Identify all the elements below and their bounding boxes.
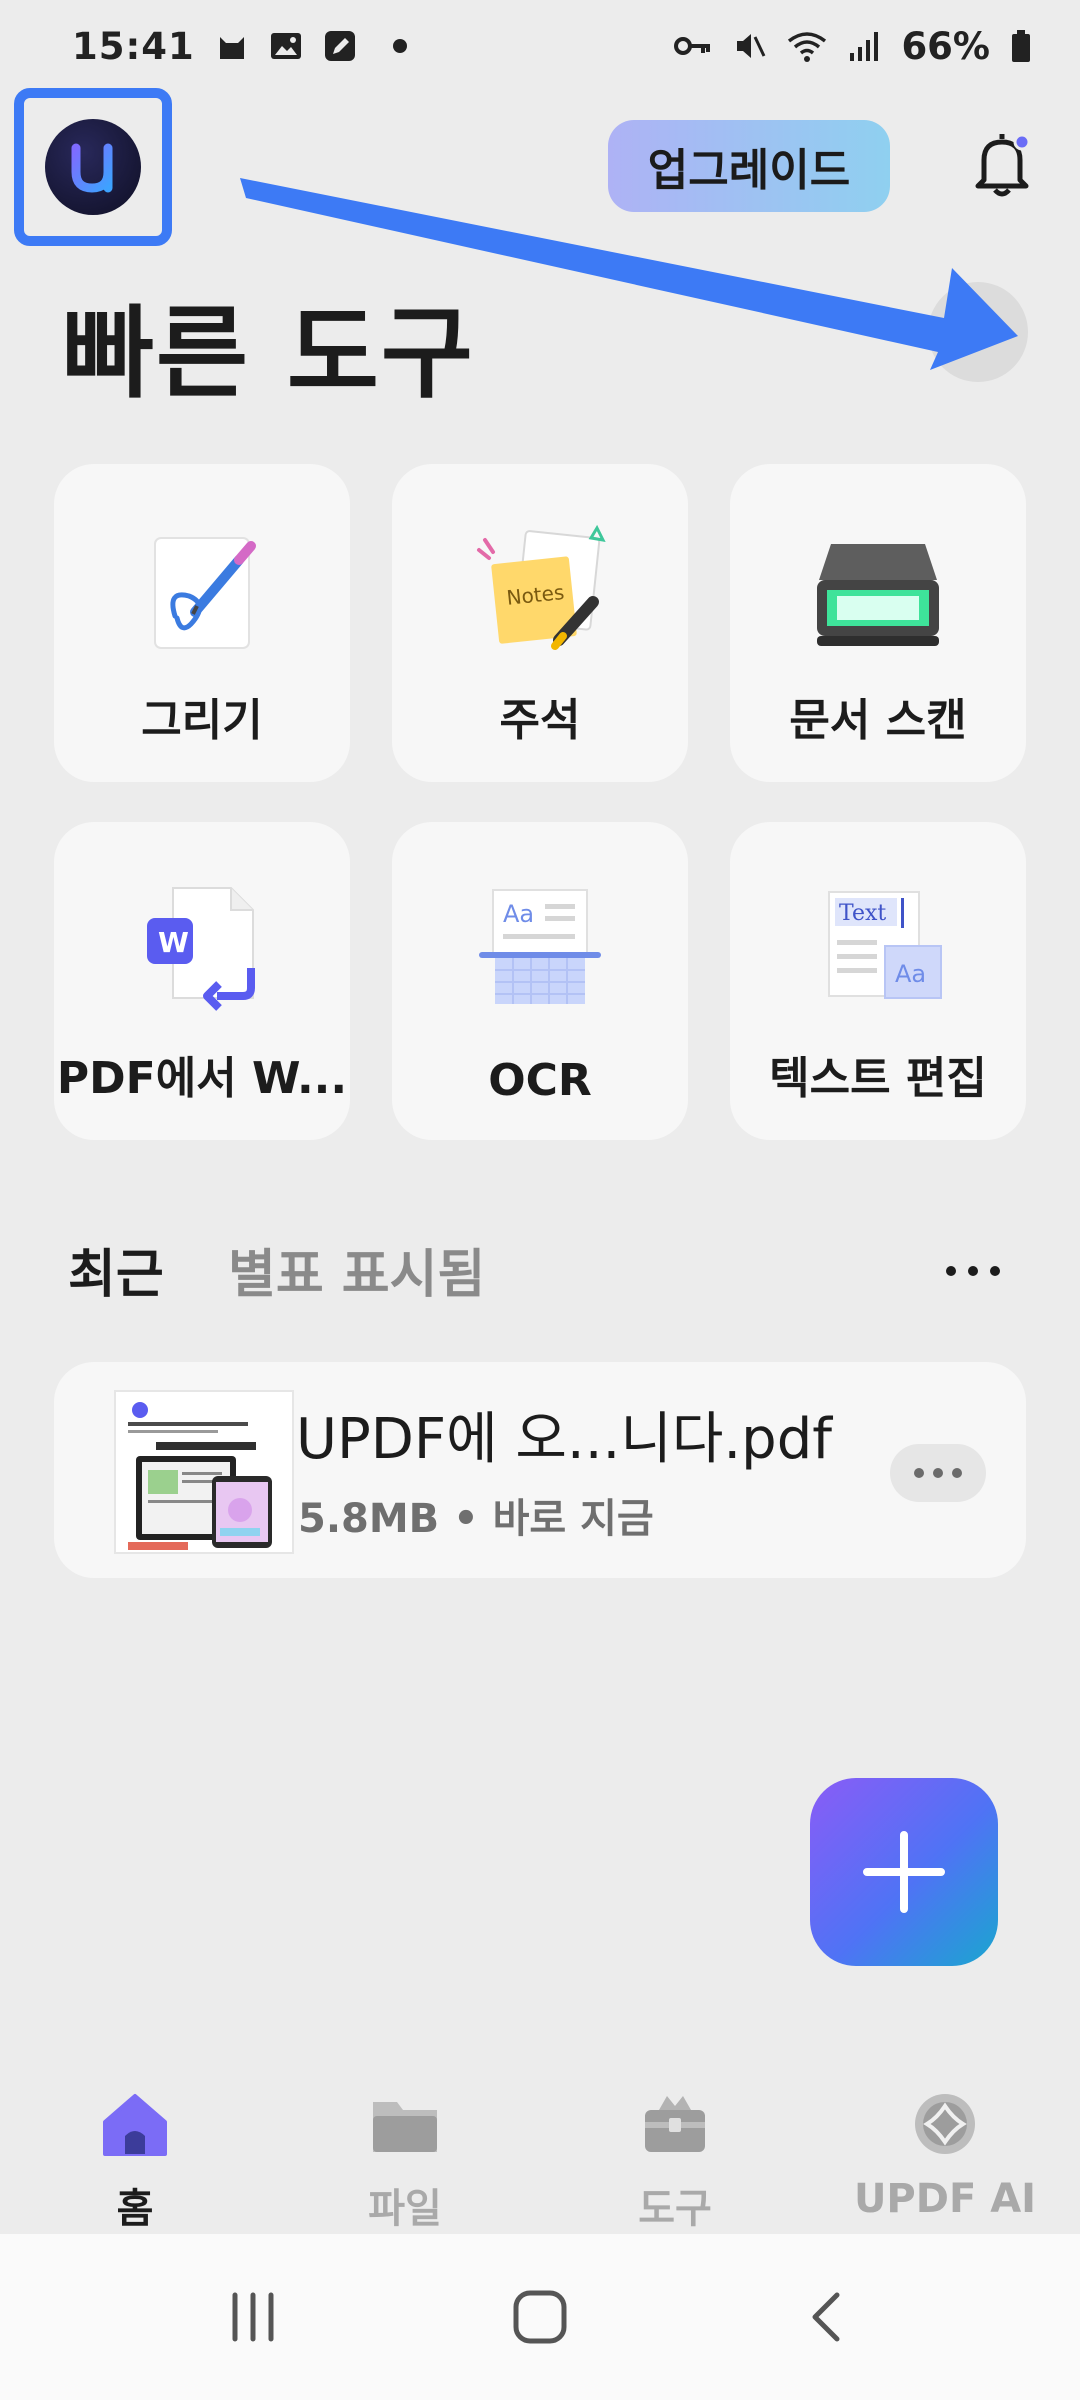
back-button[interactable] — [782, 2272, 872, 2362]
nav-label-files: 파일 — [368, 2186, 442, 2232]
dot-icon — [392, 39, 407, 53]
battery-percent: 66% — [901, 24, 990, 68]
more-dot — [990, 1266, 1000, 1276]
wifi-icon — [788, 32, 827, 62]
signal-icon — [850, 32, 879, 61]
svg-text:Aa: Aa — [503, 900, 534, 928]
battery-icon — [1012, 30, 1030, 62]
scanner-icon — [803, 520, 953, 660]
recents-icon — [232, 2292, 274, 2342]
updf-logo-icon — [45, 119, 141, 215]
toolbox-icon — [635, 2084, 715, 2164]
status-left: 15:41 — [72, 25, 407, 68]
file-meta: 5.8MB • 바로 지금 — [298, 1496, 654, 1542]
tab-starred[interactable]: 별표 표시됨 — [228, 1232, 485, 1307]
notes-icon: Notes — [465, 520, 615, 660]
mute-icon — [737, 34, 766, 58]
status-time: 15:41 — [72, 24, 195, 68]
svg-text:Text: Text — [839, 901, 886, 926]
ai-icon — [905, 2084, 985, 2164]
add-button[interactable] — [810, 1778, 998, 1966]
tool-card-ocr[interactable]: Aa OCR — [392, 822, 688, 1140]
tool-card-pdf-to-word[interactable]: W PDF에서 W... — [54, 822, 350, 1140]
page-title: 빠른 도구 — [62, 295, 475, 412]
recents-button[interactable] — [208, 2272, 298, 2362]
key-icon — [674, 37, 711, 55]
nav-label-home: 홈 — [116, 2186, 154, 2232]
system-nav-bar — [0, 2234, 1080, 2400]
status-bar: 15:41 66% — [0, 0, 1080, 92]
plus-icon — [863, 1831, 945, 1913]
tool-card-annotate[interactable]: Notes 주석 — [392, 464, 688, 782]
nav-item-files[interactable]: 파일 — [270, 2044, 540, 2234]
edit-icon — [324, 31, 355, 61]
nav-item-tools[interactable]: 도구 — [540, 2044, 810, 2234]
upgrade-button[interactable]: 업그레이드 — [608, 120, 890, 212]
app-logo-button[interactable] — [14, 88, 172, 246]
folder-icon — [365, 2084, 445, 2164]
more-dot — [933, 1468, 943, 1478]
edit-tools-button[interactable] — [928, 282, 1028, 382]
pdf-to-word-icon: W — [127, 878, 277, 1018]
nav-item-ai[interactable]: UPDF AI — [810, 2044, 1080, 2234]
more-dot — [968, 1266, 978, 1276]
tool-label-annotate: 주석 — [499, 695, 581, 746]
tool-label-scan: 문서 스캔 — [789, 695, 967, 746]
more-dot — [946, 1266, 956, 1276]
draw-icon — [127, 520, 277, 660]
svg-text:W: W — [158, 926, 189, 959]
gallery-icon — [270, 33, 301, 59]
tool-card-scan[interactable]: 문서 스캔 — [730, 464, 1026, 782]
file-thumbnail — [114, 1390, 294, 1554]
home-system-icon — [513, 2290, 567, 2344]
tool-label-text-edit: 텍스트 편집 — [769, 1053, 987, 1104]
file-more-button[interactable] — [890, 1444, 986, 1502]
tool-label-draw: 그리기 — [141, 695, 263, 746]
back-icon — [812, 2292, 840, 2342]
home-system-button[interactable] — [495, 2272, 585, 2362]
more-dot — [952, 1468, 962, 1478]
svg-text:Aa: Aa — [895, 960, 926, 988]
home-icon — [95, 2084, 175, 2164]
notification-bell-icon[interactable] — [970, 128, 1034, 200]
text-edit-icon: Text Aa — [803, 878, 953, 1018]
tool-label-ocr: OCR — [488, 1055, 592, 1106]
nav-label-tools: 도구 — [638, 2186, 712, 2232]
tool-card-text-edit[interactable]: Text Aa 텍스트 편집 — [730, 822, 1026, 1140]
ocr-icon: Aa — [465, 878, 615, 1018]
pencil-icon — [966, 320, 990, 344]
recent-more-button[interactable] — [946, 1266, 1000, 1276]
tool-label-pdf-to-word: PDF에서 W... — [56, 1053, 348, 1104]
file-row[interactable]: UPDF에 오...니다.pdf 5.8MB • 바로 지금 — [54, 1362, 1026, 1578]
tab-recent[interactable]: 최근 — [68, 1232, 164, 1307]
nav-label-ai: UPDF AI — [853, 2176, 1037, 2222]
tool-card-draw[interactable]: 그리기 — [54, 464, 350, 782]
file-name: UPDF에 오...니다.pdf — [296, 1407, 832, 1472]
cat-icon — [219, 37, 244, 59]
nav-item-home[interactable]: 홈 — [0, 2044, 270, 2234]
more-dot — [914, 1468, 924, 1478]
bottom-nav: 홈 파일 도구 UPDF AI — [0, 2044, 1080, 2234]
status-right: 66% — [673, 25, 1032, 68]
